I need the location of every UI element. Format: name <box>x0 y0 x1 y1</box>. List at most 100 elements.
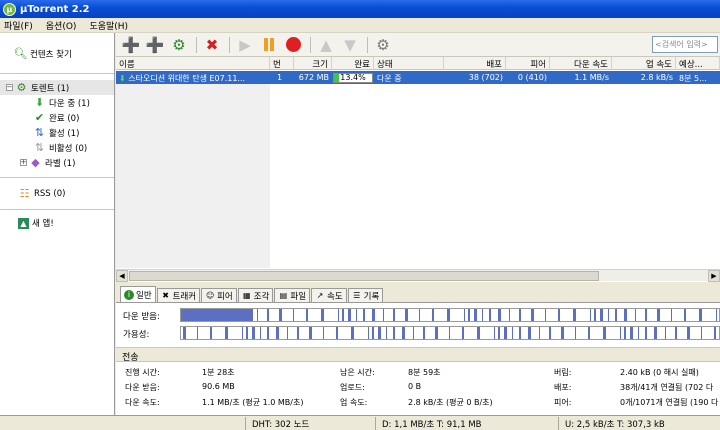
menu-options[interactable]: 옵션(O) <box>46 19 77 32</box>
info-icon: i <box>124 289 134 300</box>
sidebar-item-labels[interactable]: + ◆ 라벨 (1) <box>20 156 75 169</box>
sidebar-item-completed[interactable]: ✔ 완료 (0) <box>33 111 80 124</box>
dht-status[interactable]: DHT: 302 노드 <box>252 418 309 430</box>
scroll-left-icon[interactable]: ◀ <box>116 270 128 282</box>
piece-mark <box>482 309 483 321</box>
expand-icon[interactable]: + <box>20 159 27 166</box>
piece-mark <box>714 327 716 339</box>
uploaded-label: 업로드: <box>340 383 365 392</box>
start-icon[interactable]: ▶ <box>234 34 256 56</box>
piece-mark <box>519 327 521 339</box>
piece-mark <box>419 309 420 321</box>
table-row[interactable]: ⬇ 스타오디션 위대한 탄생 E07.11... 1 672 MB 13.4% … <box>116 71 720 84</box>
column-header-size[interactable]: 크기 <box>294 57 332 70</box>
down-speed-value: 1.1 MB/초 (평균 1.0 MB/초) <box>202 398 304 407</box>
sidebar-item-inactive[interactable]: ⇅ 비활성 (0) <box>33 141 87 154</box>
sidebar-item-rss[interactable]: ☷ RSS (0) <box>18 187 66 200</box>
scrollbar-thumb[interactable] <box>129 271 599 281</box>
checkmark-icon: ✔ <box>34 111 45 124</box>
column-header-done[interactable]: 완료 <box>332 57 374 70</box>
upload-status[interactable]: U: 2,5 kB/초 T: 307,3 kB <box>565 418 665 430</box>
piece-mark <box>321 309 324 321</box>
tab-pieces[interactable]: ▦ 조각 <box>237 288 274 302</box>
pause-icon[interactable] <box>258 34 280 56</box>
availability-bar-label: 가용성: <box>123 330 150 340</box>
download-arrow-icon: ⬇ <box>34 96 45 109</box>
tab-trackers[interactable]: ✖ 트래커 <box>156 288 201 302</box>
seeds-value: 38개/41개 연결됨 (702 다 <box>620 383 714 392</box>
column-header-status[interactable]: 상태 <box>374 57 444 70</box>
piece-mark <box>402 327 405 339</box>
torrent-list: 이름 번 크기 완료 상태 배포 피어 다운 속도 업 속도 예상... ⬇ 스… <box>116 57 720 282</box>
inactive-arrows-icon: ⇅ <box>34 141 45 154</box>
column-header-number[interactable]: 번 <box>270 57 294 70</box>
piece-mark <box>432 309 434 321</box>
piece-mark <box>183 327 186 339</box>
downloaded-value: 90.6 MB <box>202 382 235 391</box>
piece-mark <box>338 309 339 321</box>
horizontal-scrollbar[interactable]: ◀ ▶ <box>116 269 720 282</box>
downloaded-label: 다운 받음: <box>125 383 160 392</box>
collapse-icon[interactable]: − <box>6 84 13 91</box>
menu-help[interactable]: 도움말(H) <box>89 19 128 32</box>
piece-mark <box>494 327 495 339</box>
piece-mark <box>225 327 228 339</box>
piece-mark <box>197 327 198 339</box>
divider <box>558 417 559 430</box>
piece-mark <box>393 309 395 321</box>
peers-icon: ☺ <box>205 291 215 300</box>
piece-mark <box>588 327 590 339</box>
move-up-icon[interactable]: ▲ <box>315 34 337 56</box>
column-header-down-speed[interactable]: 다운 속도 <box>550 57 612 70</box>
piece-mark <box>462 327 464 339</box>
tab-logger[interactable]: ☰ 기록 <box>347 288 384 302</box>
search-icon: 🔍︎ <box>13 47 28 60</box>
sidebar-item-downloading[interactable]: ⬇ 다운 중 (1) <box>33 96 90 109</box>
piece-mark <box>464 309 465 321</box>
download-status[interactable]: D: 1,1 MB/초 T: 91,1 MB <box>382 418 482 430</box>
piece-mark <box>246 327 248 339</box>
uploaded-value: 0 B <box>408 382 422 391</box>
sidebar-item-torrents[interactable]: − ⚙ 토렌트 (1) <box>0 80 114 95</box>
move-down-icon[interactable]: ▼ <box>339 34 361 56</box>
piece-mark <box>306 309 308 321</box>
toolbar-separator <box>310 36 311 53</box>
column-header-name[interactable]: 이름 <box>116 57 270 70</box>
tab-speed[interactable]: ↗ 속도 <box>311 288 347 302</box>
add-torrent-icon[interactable]: ➕ <box>120 34 142 56</box>
piece-mark <box>539 327 540 339</box>
piece-mark <box>620 327 621 339</box>
column-header-peers[interactable]: 피어 <box>506 57 550 70</box>
piece-mark <box>701 327 702 339</box>
piece-mark <box>600 309 603 321</box>
piece-mark <box>468 309 470 321</box>
piece-mark <box>671 309 672 321</box>
wasted-label: 버림: <box>554 368 572 377</box>
tab-general[interactable]: i 일반 <box>120 286 156 302</box>
piece-mark <box>386 327 387 339</box>
menu-file[interactable]: 파일(F) <box>4 19 33 32</box>
scroll-right-icon[interactable]: ▶ <box>708 270 720 282</box>
sidebar-item-new-app[interactable]: ▲ 새 앱! <box>18 217 54 229</box>
search-input[interactable]: <검색어 입력> <box>652 36 718 53</box>
preferences-icon[interactable]: ⚙ <box>372 34 394 56</box>
sidebar-item-label: 완료 (0) <box>49 113 80 124</box>
create-torrent-icon[interactable]: ⚙ <box>168 34 190 56</box>
list-empty-area <box>116 71 270 268</box>
up-speed-label: 업 속도: <box>340 398 368 407</box>
sidebar-item-find-content[interactable]: 🔍︎ 컨텐츠 찾기 <box>14 47 72 60</box>
sidebar-item-active[interactable]: ⇅ 활성 (1) <box>33 126 80 139</box>
piece-mark <box>608 309 609 321</box>
status-bar: DHT: 302 노드 D: 1,1 MB/초 T: 91,1 MB U: 2,… <box>0 415 720 430</box>
stop-icon[interactable] <box>282 34 304 56</box>
column-header-eta[interactable]: 예상... <box>676 57 720 70</box>
tab-peers[interactable]: ☺ 피어 <box>201 288 237 302</box>
column-header-seeds[interactable]: 배포 <box>444 57 506 70</box>
add-url-icon[interactable]: ➕ <box>144 34 166 56</box>
peers-value: 0개/1071개 연결됨 (190 다 <box>620 398 719 407</box>
tab-files[interactable]: ▤ 파일 <box>274 288 311 302</box>
elapsed-label: 진행 시간: <box>125 368 160 377</box>
piece-mark <box>498 327 500 339</box>
remove-icon[interactable]: ✖ <box>201 34 223 56</box>
column-header-up-speed[interactable]: 업 속도 <box>612 57 676 70</box>
